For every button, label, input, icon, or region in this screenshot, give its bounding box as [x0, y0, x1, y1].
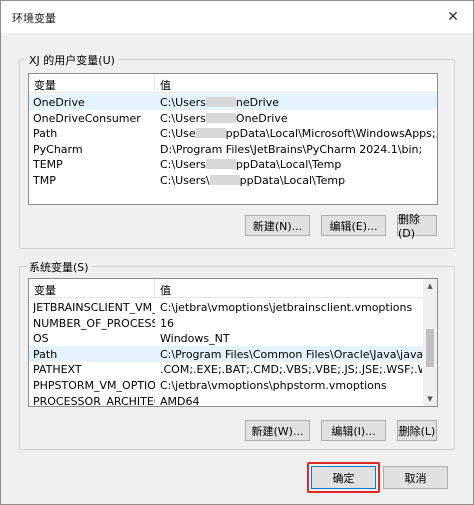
variable-name: PATHEXT	[33, 363, 82, 377]
variable-value: C:\Use ppData\Local\Microsoft\WindowsApps…	[160, 127, 438, 141]
system-variables-label: 系统变量(S)	[26, 259, 92, 275]
redacted-username	[209, 175, 240, 185]
column-header-variable[interactable]: 变量	[34, 77, 56, 93]
system-variable-row[interactable]: PATHEXT .COM;.EXE;.BAT;.CMD;.VBS;.VBE;.JS…	[29, 361, 425, 377]
user-variables-list[interactable]: 变量 值 OneDrive C:\Users neDrive OneDriveCons…	[28, 73, 438, 205]
variable-name: TMP	[33, 174, 56, 187]
variable-name: JETBRAINSCLIENT_VM_O...	[33, 301, 155, 314]
variable-name: Path	[33, 127, 58, 141]
variable-value: C:\Users OneDrive	[160, 112, 288, 125]
system-edit-button[interactable]: 编辑(I)...	[321, 420, 386, 441]
system-delete-button[interactable]: 删除(L)	[397, 420, 437, 441]
variable-value: C:\jetbra\vmoptions\phpstorm.vmoptions	[160, 379, 387, 392]
column-header-variable[interactable]: 变量	[34, 282, 56, 298]
system-list-scrollbar[interactable]: ▲ ▼	[423, 279, 437, 406]
user-variable-row[interactable]: TMP C:\Users\ ppData\Local\Temp	[29, 172, 437, 188]
variable-value: .COM;.EXE;.BAT;.CMD;.VBS;.VBE;.JS;.JSE;.…	[160, 363, 422, 377]
variable-value: 16	[160, 316, 174, 330]
close-icon: ✕	[447, 9, 459, 25]
system-variable-row[interactable]: PHPSTORM_VM_OPTIONS C:\jetbra\vmoptions\p…	[29, 377, 425, 393]
column-header-value[interactable]: 值	[160, 282, 171, 298]
column-separator[interactable]	[154, 74, 155, 93]
variable-value: C:\Users ppData\Local\Temp	[160, 158, 341, 171]
user-delete-button[interactable]: 删除(D)	[397, 213, 437, 240]
system-variable-row[interactable]: OS Windows_NT	[29, 330, 425, 346]
user-new-button[interactable]: 新建(N)...	[245, 215, 310, 236]
variable-name: NUMBER_OF_PROCESSORS	[33, 316, 155, 330]
variable-value: C:\jetbra\vmoptions\jetbrainsclient.vmop…	[160, 301, 413, 314]
scroll-up-icon[interactable]: ▲	[423, 279, 437, 293]
scroll-thumb[interactable]	[426, 329, 434, 367]
redacted-username	[205, 159, 236, 170]
scroll-down-icon[interactable]: ▼	[423, 392, 437, 406]
redacted-username	[195, 128, 226, 139]
column-separator[interactable]	[154, 279, 155, 298]
system-variable-row[interactable]: PROCESSOR_ARCHITECT... AMD64	[29, 393, 425, 407]
title-bar: 环境变量 ✕	[1, 1, 473, 33]
variable-value: C:\Program Files\Common Files\Oracle\Jav…	[160, 347, 422, 361]
variable-value-start: C:\Users	[160, 111, 206, 125]
variable-name: OS	[33, 332, 49, 346]
ok-button[interactable]: 确定	[311, 466, 376, 489]
variable-value-end: OneDrive	[235, 111, 288, 125]
variable-value-start: C:\Users	[160, 96, 206, 109]
variable-value: Windows_NT	[160, 332, 230, 346]
variable-value-end: ppData\Local\Microsoft\WindowsApps;;D:\.…	[225, 127, 438, 141]
redacted-username	[205, 97, 236, 107]
user-variable-row[interactable]: Path C:\Use ppData\Local\Microsoft\Windows…	[29, 125, 438, 141]
redacted-username	[205, 112, 236, 123]
system-new-button[interactable]: 新建(W)...	[245, 420, 310, 441]
variable-value-start: C:\Use	[160, 127, 196, 141]
user-variable-row[interactable]: OneDriveConsumer C:\Users OneDrive	[29, 110, 437, 126]
variable-value-start: C:\Users	[160, 158, 206, 172]
variable-name: PROCESSOR_ARCHITECT...	[33, 394, 155, 407]
variable-value-end: neDrive	[235, 96, 279, 109]
variable-value-start: C:\Users\	[160, 174, 210, 187]
user-list-header: 变量 值	[29, 74, 437, 93]
system-variables-list[interactable]: 变量 值 JETBRAINSCLIENT_VM_O... C:\jetbra\vm…	[28, 278, 438, 407]
system-variables-group: 系统变量(S) 变量 值 JETBRAINSCLIENT_VM_O... C:\j…	[19, 259, 455, 450]
system-variable-row[interactable]: NUMBER_OF_PROCESSORS 16	[29, 315, 425, 331]
variable-name: TEMP	[33, 158, 63, 172]
window-title: 环境变量	[12, 12, 56, 25]
user-edit-button[interactable]: 编辑(E)...	[321, 215, 386, 236]
variable-value-start: D:\Program Files\JetBrains\PyCharm 2024.…	[160, 142, 423, 156]
variable-name: OneDriveConsumer	[33, 111, 141, 125]
variable-value: AMD64	[160, 394, 200, 407]
variable-name: PyCharm	[33, 142, 83, 156]
system-variable-row[interactable]: Path C:\Program Files\Common Files\Oracle…	[29, 345, 425, 362]
system-variable-row[interactable]: JETBRAINSCLIENT_VM_O... C:\jetbra\vmoptio…	[29, 299, 425, 315]
variable-value: D:\Program Files\JetBrains\PyCharm 2024.…	[160, 143, 422, 156]
user-variable-row[interactable]: PyCharm D:\Program Files\JetBrains\PyChar…	[29, 141, 437, 157]
cancel-button[interactable]: 取消	[383, 466, 448, 489]
close-button[interactable]: ✕	[441, 7, 465, 27]
user-variable-row[interactable]: TEMP C:\Users ppData\Local\Temp	[29, 156, 437, 172]
variable-value: C:\Users\ ppData\Local\Temp	[160, 174, 345, 187]
environment-variables-dialog: 环境变量 ✕ XJ 的用户变量(U) 变量 值 OneDrive C:\Users…	[0, 0, 474, 505]
variable-value-end: ppData\Local\Temp	[235, 158, 342, 172]
variable-name: PHPSTORM_VM_OPTIONS	[33, 379, 155, 392]
variable-name: Path	[33, 347, 58, 361]
variable-name: OneDrive	[33, 96, 85, 109]
variable-value-end: ppData\Local\Temp	[239, 174, 346, 187]
user-variable-row[interactable]: OneDrive C:\Users neDrive	[29, 94, 437, 110]
variable-value: C:\Users neDrive	[160, 96, 279, 109]
user-variables-label: XJ 的用户变量(U)	[26, 52, 118, 68]
user-variables-group: XJ 的用户变量(U) 变量 值 OneDrive C:\Users neDrive…	[19, 52, 455, 249]
column-header-value[interactable]: 值	[160, 77, 171, 93]
system-list-header: 变量 值	[29, 279, 437, 298]
